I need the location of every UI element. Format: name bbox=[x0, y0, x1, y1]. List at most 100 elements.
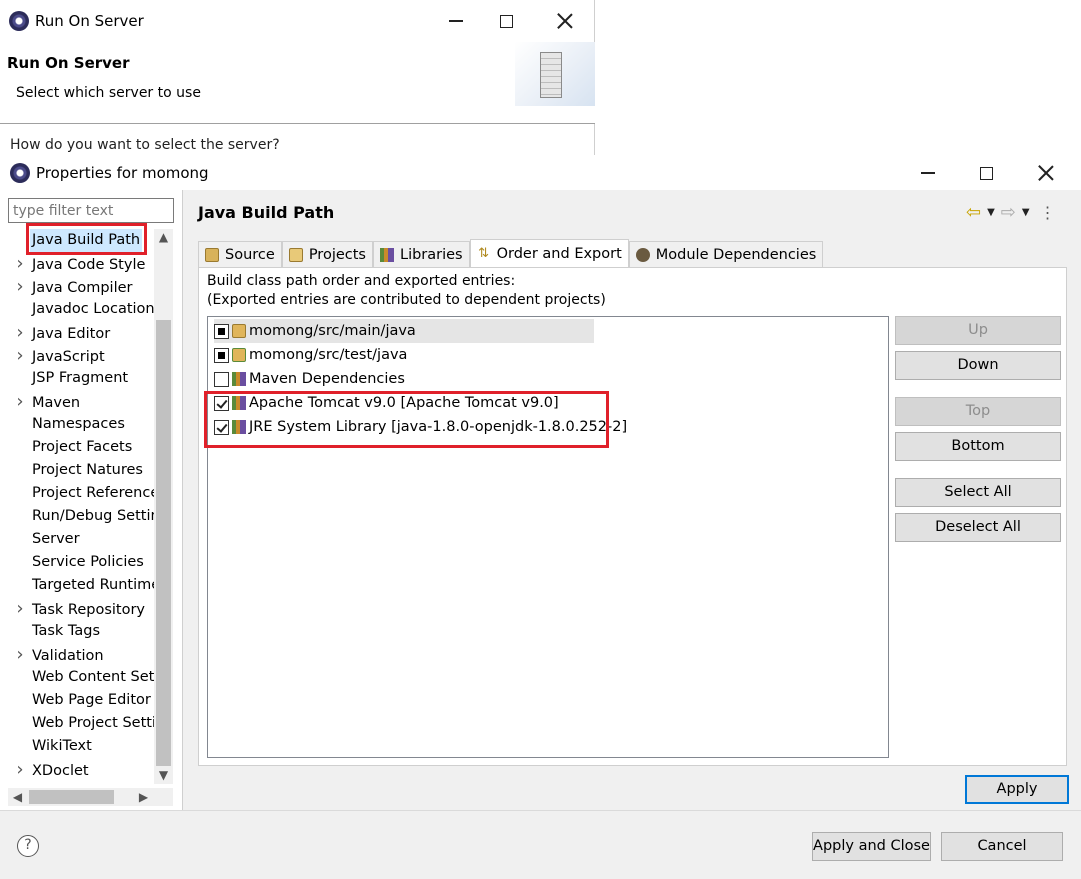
export-checkbox[interactable] bbox=[214, 371, 229, 387]
tree-item[interactable]: Web Project Settings bbox=[8, 712, 154, 735]
tree-item[interactable]: Javadoc Location bbox=[8, 298, 154, 321]
back-arrow-icon[interactable]: ⇦ bbox=[966, 202, 981, 223]
export-checkbox[interactable] bbox=[214, 347, 229, 363]
tree-vertical-scrollbar[interactable]: ▲ ▼ bbox=[154, 229, 173, 784]
eclipse-app-icon bbox=[9, 11, 29, 31]
expand-chevron-icon[interactable]: › bbox=[8, 275, 32, 298]
scroll-up-arrow-icon[interactable]: ▲ bbox=[154, 229, 173, 246]
export-checkbox[interactable] bbox=[214, 395, 229, 411]
scroll-thumb[interactable] bbox=[156, 320, 171, 766]
apply-button[interactable]: Apply bbox=[965, 775, 1069, 804]
order-export-icon: ⇅ bbox=[478, 245, 490, 261]
classpath-entry[interactable]: momong/src/test/java bbox=[214, 343, 594, 367]
tab-order-and-export[interactable]: ⇅ Order and Export bbox=[469, 239, 629, 267]
tree-item-label: Server bbox=[32, 531, 80, 547]
scroll-left-arrow-icon[interactable]: ◀ bbox=[8, 788, 27, 806]
properties-titlebar: Properties for momong bbox=[0, 155, 1081, 190]
scroll-thumb[interactable] bbox=[29, 790, 114, 804]
tree-item-label: WikiText bbox=[32, 738, 92, 754]
export-checkbox[interactable] bbox=[214, 323, 229, 339]
tree-item[interactable]: › Validation bbox=[8, 643, 154, 666]
tab-source[interactable]: Source bbox=[198, 241, 282, 267]
minimize-icon bbox=[921, 172, 935, 174]
expand-chevron-icon[interactable]: › bbox=[8, 758, 32, 781]
forward-dropdown-icon[interactable]: ▼ bbox=[1022, 207, 1030, 218]
scroll-down-arrow-icon[interactable]: ▼ bbox=[154, 767, 173, 784]
classpath-entry[interactable]: JRE System Library [java-1.8.0-openjdk-1… bbox=[214, 415, 627, 439]
tree-item-label: Validation bbox=[32, 648, 104, 664]
classpath-entry[interactable]: Maven Dependencies bbox=[214, 367, 594, 391]
maximize-button[interactable] bbox=[496, 11, 516, 31]
expand-chevron-icon[interactable]: › bbox=[8, 344, 32, 367]
tree-item-label: Targeted Runtimes bbox=[32, 577, 154, 593]
apply-and-close-button[interactable]: Apply and Close bbox=[812, 832, 931, 861]
tree-item[interactable]: Service Policies bbox=[8, 551, 154, 574]
tree-item[interactable]: WikiText bbox=[8, 735, 154, 758]
select-all-button[interactable]: Select All bbox=[895, 478, 1061, 507]
tab-label: Order and Export bbox=[496, 245, 622, 262]
bottom-button[interactable]: Bottom bbox=[895, 432, 1061, 461]
down-button[interactable]: Down bbox=[895, 351, 1061, 380]
tree-item[interactable]: › Java Code Style bbox=[8, 252, 154, 275]
top-button[interactable]: Top bbox=[895, 397, 1061, 426]
classpath-entry[interactable]: momong/src/main/java bbox=[214, 319, 594, 343]
tree-item-label: Java Code Style bbox=[32, 257, 146, 273]
tree-item[interactable]: › Maven bbox=[8, 390, 154, 413]
minimize-button[interactable] bbox=[918, 163, 938, 183]
tab-libraries[interactable]: Libraries bbox=[372, 241, 470, 267]
tree-item[interactable]: Java Build Path bbox=[8, 229, 154, 252]
run-on-server-heading: Run On Server bbox=[7, 54, 130, 72]
tree-item[interactable]: › Java Editor bbox=[8, 321, 154, 344]
tree-item[interactable]: Project Facets bbox=[8, 436, 154, 459]
expand-chevron-icon[interactable]: › bbox=[8, 390, 32, 413]
tree-item[interactable]: › JavaScript bbox=[8, 344, 154, 367]
expand-chevron-icon[interactable]: › bbox=[8, 643, 32, 666]
cancel-button[interactable]: Cancel bbox=[941, 832, 1063, 861]
back-dropdown-icon[interactable]: ▼ bbox=[987, 207, 995, 218]
tree-item[interactable]: Web Page Editor bbox=[8, 689, 154, 712]
tree-item[interactable]: Project References bbox=[8, 482, 154, 505]
filter-input[interactable] bbox=[8, 198, 174, 223]
tree-item-label: JavaScript bbox=[32, 349, 105, 365]
test-folder-icon bbox=[232, 348, 246, 362]
close-icon bbox=[1038, 165, 1054, 181]
expand-chevron-icon[interactable]: › bbox=[8, 321, 32, 344]
tree-item[interactable]: Web Content Settings bbox=[8, 666, 154, 689]
scroll-right-arrow-icon[interactable]: ▶ bbox=[134, 788, 153, 806]
classpath-entry-label: Maven Dependencies bbox=[249, 371, 405, 387]
minimize-button[interactable] bbox=[446, 11, 466, 31]
expand-chevron-icon[interactable]: › bbox=[8, 252, 32, 275]
close-button[interactable] bbox=[555, 11, 575, 31]
tree-item-label: Run/Debug Settings bbox=[32, 508, 154, 524]
view-menu-icon[interactable]: ⋮ bbox=[1040, 203, 1056, 222]
tree-item[interactable]: › Task Repository bbox=[8, 597, 154, 620]
preference-tree-pane: Java Build Path›Java Code Style›Java Com… bbox=[0, 190, 183, 810]
classpath-entry[interactable]: Apache Tomcat v9.0 [Apache Tomcat v9.0] bbox=[214, 391, 594, 415]
tree-item[interactable]: › Java Compiler bbox=[8, 275, 154, 298]
tree-item[interactable]: Targeted Runtimes bbox=[8, 574, 154, 597]
eclipse-app-icon bbox=[10, 163, 30, 183]
expand-chevron-icon[interactable]: › bbox=[8, 597, 32, 620]
tree-item[interactable]: Project Natures bbox=[8, 459, 154, 482]
run-on-server-subheading: Select which server to use bbox=[16, 85, 201, 101]
maximize-button[interactable] bbox=[976, 163, 996, 183]
deselect-all-button[interactable]: Deselect All bbox=[895, 513, 1061, 542]
close-button[interactable] bbox=[1036, 163, 1056, 183]
tree-item[interactable]: › XDoclet bbox=[8, 758, 154, 781]
tab-projects[interactable]: Projects bbox=[281, 241, 373, 267]
page-title: Java Build Path bbox=[198, 203, 335, 222]
tree-item[interactable]: JSP Fragment bbox=[8, 367, 154, 390]
export-checkbox[interactable] bbox=[214, 419, 229, 435]
tab-module-dependencies[interactable]: Module Dependencies bbox=[628, 241, 824, 267]
tree-item[interactable]: Server bbox=[8, 528, 154, 551]
help-icon[interactable]: ? bbox=[17, 835, 39, 857]
tree-item[interactable]: Task Tags bbox=[8, 620, 154, 643]
up-button[interactable]: Up bbox=[895, 316, 1061, 345]
tree-item[interactable]: Namespaces bbox=[8, 413, 154, 436]
forward-arrow-icon[interactable]: ⇨ bbox=[1001, 202, 1016, 223]
server-selection-question: How do you want to select the server? bbox=[10, 137, 280, 153]
tree-item[interactable]: Run/Debug Settings bbox=[8, 505, 154, 528]
library-icon bbox=[232, 396, 246, 410]
tree-horizontal-scrollbar[interactable]: ◀ ▶ bbox=[8, 788, 173, 806]
tree-item-label: Service Policies bbox=[32, 554, 144, 570]
